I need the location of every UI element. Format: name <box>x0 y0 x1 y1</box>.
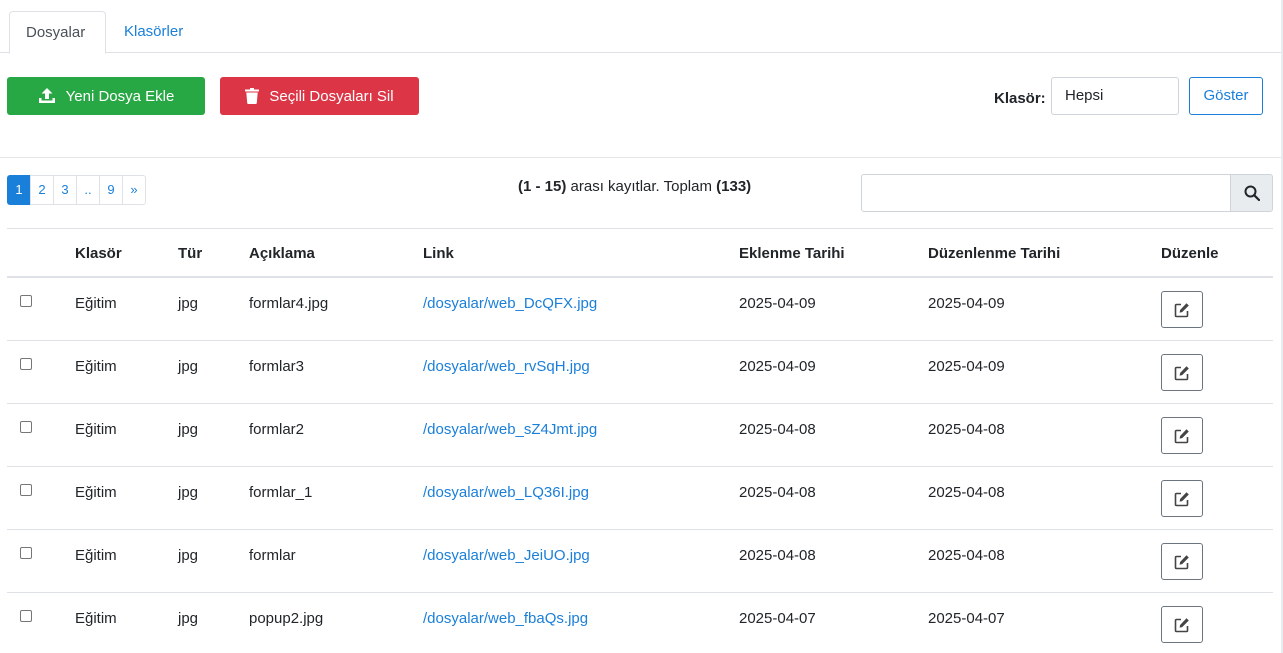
cell-edited: 2025-04-09 <box>928 295 1005 312</box>
records-range: (1 - 15) <box>518 178 567 195</box>
header-added[interactable]: Eklenme Tarihi <box>739 245 845 262</box>
folder-filter-select[interactable]: Hepsi <box>1051 77 1179 115</box>
page-2[interactable]: 2 <box>30 175 54 205</box>
edit-icon <box>1174 617 1189 632</box>
add-file-button[interactable]: Yeni Dosya Ekle <box>7 77 205 115</box>
cell-added: 2025-04-08 <box>739 484 816 501</box>
edit-button[interactable] <box>1161 480 1203 517</box>
cell-desc: formlar <box>249 547 296 564</box>
page-1[interactable]: 1 <box>7 175 31 205</box>
cell-edited: 2025-04-08 <box>928 547 1005 564</box>
cell-link[interactable]: /dosyalar/web_LQ36I.jpg <box>423 484 589 501</box>
cell-type: jpg <box>178 547 199 564</box>
cell-type: jpg <box>178 358 199 375</box>
trash-icon <box>245 88 260 104</box>
cell-desc: formlar_1 <box>249 484 313 501</box>
edit-button[interactable] <box>1161 354 1203 391</box>
row-checkbox[interactable] <box>20 295 32 307</box>
cell-link[interactable]: /dosyalar/web_JeiUO.jpg <box>423 547 590 564</box>
header-type[interactable]: Tür <box>178 245 202 262</box>
table-row: Eğitim jpg formlar_1 /dosyalar/web_LQ36I… <box>7 467 1273 530</box>
edit-button[interactable] <box>1161 417 1203 454</box>
cell-desc: formlar4.jpg <box>249 295 329 312</box>
cell-added: 2025-04-07 <box>739 610 816 627</box>
row-checkbox[interactable] <box>20 421 32 433</box>
cell-link[interactable]: /dosyalar/web_rvSqH.jpg <box>423 358 590 375</box>
table-header: Klasör Tür Açıklama Link Eklenme Tarihi … <box>7 228 1273 278</box>
cell-edited: 2025-04-08 <box>928 484 1005 501</box>
cell-desc: popup2.jpg <box>249 610 324 627</box>
cell-link[interactable]: /dosyalar/web_fbaQs.jpg <box>423 610 588 627</box>
header-edited[interactable]: Düzenlenme Tarihi <box>928 245 1060 262</box>
table-row: Eğitim jpg formlar4.jpg /dosyalar/web_Dc… <box>7 278 1273 341</box>
row-checkbox[interactable] <box>20 610 32 622</box>
toolbar-divider <box>0 157 1281 158</box>
tab-klasorler[interactable]: Klasörler <box>108 11 199 54</box>
header-edit: Düzenle <box>1161 245 1219 262</box>
table-row: Eğitim jpg formlar3 /dosyalar/web_rvSqH.… <box>7 341 1273 404</box>
show-button[interactable]: Göster <box>1189 77 1263 115</box>
cell-type: jpg <box>178 295 199 312</box>
edit-icon <box>1174 302 1189 317</box>
search-input[interactable] <box>861 174 1231 212</box>
cell-folder: Eğitim <box>75 295 117 312</box>
cell-added: 2025-04-08 <box>739 421 816 438</box>
table-row: Eğitim jpg formlar2 /dosyalar/web_sZ4Jmt… <box>7 404 1273 467</box>
delete-selected-button[interactable]: Seçili Dosyaları Sil <box>220 77 419 115</box>
cell-edited: 2025-04-07 <box>928 610 1005 627</box>
cell-desc: formlar2 <box>249 421 305 438</box>
cell-link[interactable]: /dosyalar/web_DcQFX.jpg <box>423 295 597 312</box>
cell-desc: formlar3 <box>249 358 305 375</box>
row-checkbox[interactable] <box>20 484 32 496</box>
cell-type: jpg <box>178 421 199 438</box>
add-file-label: Yeni Dosya Ekle <box>65 87 175 105</box>
cell-added: 2025-04-08 <box>739 547 816 564</box>
records-total: (133) <box>716 178 752 195</box>
edit-icon <box>1174 428 1189 443</box>
folder-filter-label: Klasör: <box>994 90 1046 107</box>
page-9[interactable]: 9 <box>99 175 123 205</box>
page-3[interactable]: 3 <box>53 175 77 205</box>
cell-type: jpg <box>178 484 199 501</box>
cell-edited: 2025-04-08 <box>928 421 1005 438</box>
table-row: Eğitim jpg popup2.jpg /dosyalar/web_fbaQ… <box>7 593 1273 653</box>
cell-folder: Eğitim <box>75 358 117 375</box>
delete-selected-label: Seçili Dosyaları Sil <box>269 87 394 105</box>
cell-folder: Eğitim <box>75 547 117 564</box>
records-summary: (1 - 15) arası kayıtlar. Toplam (133) <box>518 178 751 195</box>
search-button[interactable] <box>1230 174 1273 212</box>
edit-icon <box>1174 491 1189 506</box>
header-link[interactable]: Link <box>423 245 454 262</box>
tab-dosyalar[interactable]: Dosyalar <box>9 11 106 54</box>
cell-edited: 2025-04-09 <box>928 358 1005 375</box>
cell-added: 2025-04-09 <box>739 295 816 312</box>
edit-button[interactable] <box>1161 291 1203 328</box>
pagination: 1 2 3 .. 9 » <box>7 175 146 205</box>
header-folder[interactable]: Klasör <box>75 245 122 262</box>
cell-folder: Eğitim <box>75 421 117 438</box>
row-checkbox[interactable] <box>20 547 32 559</box>
edit-icon <box>1174 554 1189 569</box>
cell-folder: Eğitim <box>75 484 117 501</box>
cell-folder: Eğitim <box>75 610 117 627</box>
cell-type: jpg <box>178 610 199 627</box>
upload-icon <box>38 88 55 103</box>
header-desc[interactable]: Açıklama <box>249 245 315 262</box>
search-icon <box>1244 185 1260 201</box>
page-ellipsis[interactable]: .. <box>76 175 100 205</box>
cell-added: 2025-04-09 <box>739 358 816 375</box>
edit-icon <box>1174 365 1189 380</box>
edit-button[interactable] <box>1161 606 1203 643</box>
files-table: Klasör Tür Açıklama Link Eklenme Tarihi … <box>7 228 1273 653</box>
records-middle: arası kayıtlar. Toplam <box>566 178 717 195</box>
row-checkbox[interactable] <box>20 358 32 370</box>
cell-link[interactable]: /dosyalar/web_sZ4Jmt.jpg <box>423 421 597 438</box>
table-row: Eğitim jpg formlar /dosyalar/web_JeiUO.j… <box>7 530 1273 593</box>
page-next[interactable]: » <box>122 175 146 205</box>
edit-button[interactable] <box>1161 543 1203 580</box>
tab-bar: Dosyalar Klasörler <box>0 0 1281 54</box>
